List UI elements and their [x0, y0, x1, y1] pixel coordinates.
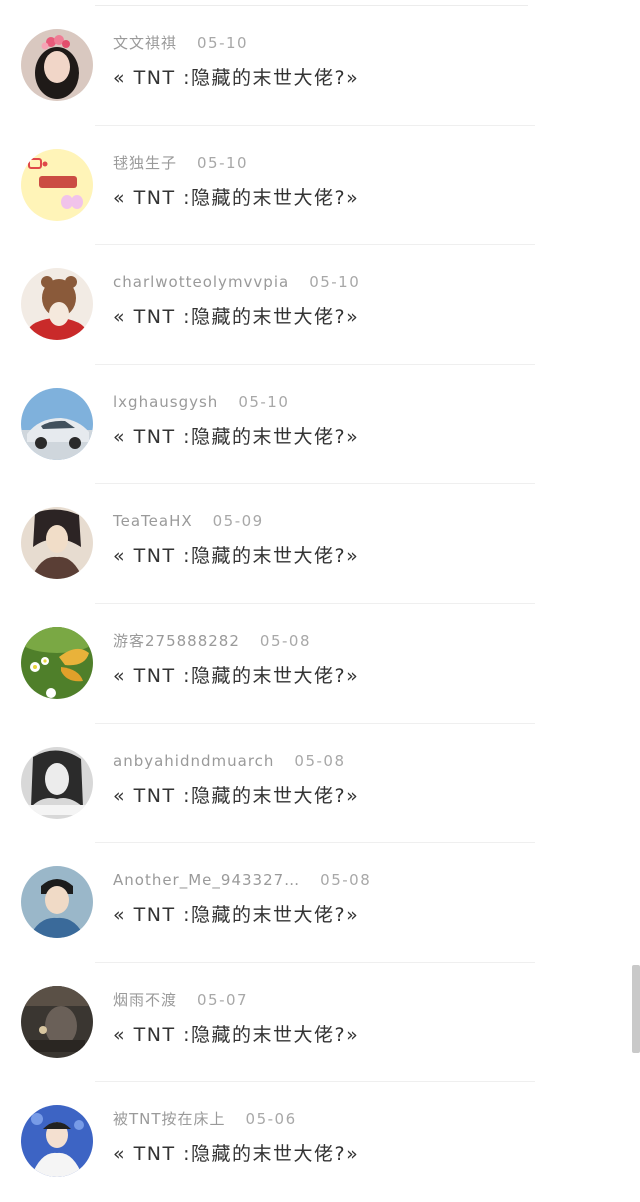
- dark-scene-avatar-icon: [21, 985, 93, 1058]
- comment-date: 05-08: [259, 631, 311, 650]
- comment-item[interactable]: 游客275888282 05-08 « TNT :隐藏的末世大佬?»: [0, 604, 640, 724]
- avatar[interactable]: [21, 507, 93, 580]
- username[interactable]: charlwotteolymvvpia: [113, 273, 289, 291]
- cartoon-text-avatar-icon: [21, 148, 93, 221]
- avatar[interactable]: [21, 866, 93, 939]
- username[interactable]: 毬独生子: [113, 154, 177, 172]
- avatar[interactable]: [21, 148, 93, 221]
- username[interactable]: 被TNT按在床上: [113, 1110, 226, 1128]
- stage-singer-avatar-icon: [21, 1105, 93, 1178]
- comment-date: 05-08: [294, 751, 346, 770]
- comment-item[interactable]: charlwotteolymvvpia 05-10 « TNT :隐藏的末世大佬?…: [0, 245, 640, 365]
- comment-date: 05-07: [197, 990, 249, 1009]
- comment-date: 05-10: [238, 392, 290, 411]
- comment-title[interactable]: « TNT :隐藏的末世大佬?»: [113, 303, 359, 331]
- comment-date: 05-08: [320, 871, 372, 890]
- comment-title[interactable]: « TNT :隐藏的末世大佬?»: [113, 901, 359, 929]
- avatar[interactable]: [21, 985, 93, 1058]
- username[interactable]: 烟雨不渡: [113, 991, 177, 1009]
- comment-list: 文文祺祺 05-10 « TNT :隐藏的末世大佬?» 毬独生子 05-10 « T…: [0, 6, 640, 1202]
- black-white-portrait-avatar-icon: [21, 746, 93, 819]
- avatar[interactable]: [21, 387, 93, 460]
- username[interactable]: 文文祺祺: [113, 34, 177, 52]
- silver-car-avatar-icon: [21, 387, 93, 460]
- comment-item[interactable]: Another_Me_943327… 05-08 « TNT :隐藏的末世大佬?»: [0, 843, 640, 963]
- comment-title[interactable]: « TNT :隐藏的末世大佬?»: [113, 184, 359, 212]
- butterfly-flowers-avatar-icon: [21, 626, 93, 699]
- comment-title[interactable]: « TNT :隐藏的末世大佬?»: [113, 64, 359, 92]
- comment-date: 05-10: [197, 153, 249, 172]
- comment-title[interactable]: « TNT :隐藏的末世大佬?»: [113, 1140, 359, 1168]
- comment-date: 05-10: [197, 34, 249, 52]
- username[interactable]: lxghausgysh: [113, 393, 218, 411]
- comment-item[interactable]: TeaTeaHX 05-09 « TNT :隐藏的末世大佬?»: [0, 484, 640, 604]
- comment-date: 05-10: [309, 273, 361, 292]
- comment-item[interactable]: 文文祺祺 05-10 « TNT :隐藏的末世大佬?»: [0, 6, 640, 126]
- comment-item[interactable]: lxghausgysh 05-10 « TNT :隐藏的末世大佬?»: [0, 365, 640, 485]
- comment-title[interactable]: « TNT :隐藏的末世大佬?»: [113, 423, 359, 451]
- avatar[interactable]: [21, 626, 93, 699]
- comment-date: 05-06: [245, 1110, 297, 1129]
- avatar[interactable]: [21, 1105, 93, 1178]
- avatar[interactable]: [21, 268, 93, 341]
- comment-item[interactable]: 烟雨不渡 05-07 « TNT :隐藏的末世大佬?»: [0, 963, 640, 1083]
- scrollbar[interactable]: [632, 965, 640, 1053]
- comment-item[interactable]: 毬独生子 05-10 « TNT :隐藏的末世大佬?»: [0, 126, 640, 246]
- teddy-bear-avatar-icon: [21, 268, 93, 341]
- anime-character-avatar-icon: [21, 507, 93, 580]
- avatar[interactable]: [21, 746, 93, 819]
- username[interactable]: 游客275888282: [113, 632, 240, 650]
- comment-title[interactable]: « TNT :隐藏的末世大佬?»: [113, 1021, 359, 1049]
- avatar[interactable]: [21, 29, 93, 101]
- username[interactable]: anbyahidndmuarch: [113, 752, 274, 770]
- username[interactable]: Another_Me_943327…: [113, 871, 300, 889]
- boy-portrait-avatar-icon: [21, 866, 93, 939]
- comment-title[interactable]: « TNT :隐藏的末世大佬?»: [113, 782, 359, 810]
- comment-date: 05-09: [212, 512, 264, 531]
- username[interactable]: TeaTeaHX: [113, 512, 193, 530]
- comment-title[interactable]: « TNT :隐藏的末世大佬?»: [113, 542, 359, 570]
- girl-with-flower-crown-avatar-icon: [21, 29, 93, 101]
- comment-title[interactable]: « TNT :隐藏的末世大佬?»: [113, 662, 359, 690]
- comment-item[interactable]: anbyahidndmuarch 05-08 « TNT :隐藏的末世大佬?»: [0, 724, 640, 844]
